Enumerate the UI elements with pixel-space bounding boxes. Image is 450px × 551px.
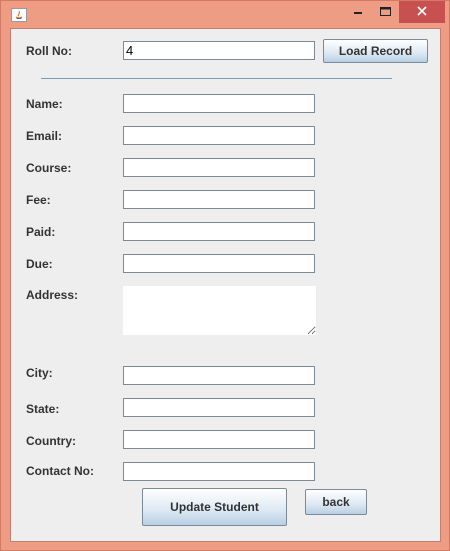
- form-panel: Roll No: Load Record Name: Email: Course…: [10, 28, 441, 542]
- address-label: Address:: [26, 288, 79, 302]
- update-student-button[interactable]: Update Student: [142, 488, 287, 526]
- due-label: Due:: [26, 257, 53, 271]
- fee-label: Fee:: [26, 193, 51, 207]
- city-input[interactable]: [123, 366, 315, 385]
- back-button[interactable]: back: [305, 489, 367, 515]
- maximize-button[interactable]: [371, 1, 400, 23]
- contact-no-input[interactable]: [123, 462, 315, 481]
- maximize-icon: [380, 7, 391, 16]
- city-label: City:: [26, 366, 53, 380]
- state-label: State:: [26, 402, 60, 416]
- contact-no-label: Contact No:: [26, 464, 94, 478]
- fee-input[interactable]: [123, 190, 315, 209]
- name-label: Name:: [26, 97, 63, 111]
- load-record-button[interactable]: Load Record: [323, 39, 428, 63]
- email-input[interactable]: [123, 126, 315, 145]
- country-input[interactable]: [123, 430, 315, 449]
- minimize-icon: [354, 12, 362, 14]
- paid-label: Paid:: [26, 225, 56, 239]
- roll-no-input[interactable]: [123, 41, 315, 60]
- course-input[interactable]: [123, 158, 315, 177]
- due-input[interactable]: [123, 254, 315, 273]
- close-button[interactable]: [399, 1, 445, 23]
- course-label: Course:: [26, 161, 72, 175]
- email-label: Email:: [26, 129, 63, 143]
- java-icon[interactable]: [11, 8, 27, 22]
- separator: [41, 78, 392, 79]
- state-input[interactable]: [123, 398, 315, 417]
- country-label: Country:: [26, 434, 76, 448]
- roll-no-label: Roll No:: [26, 44, 72, 58]
- name-input[interactable]: [123, 94, 315, 113]
- address-textarea[interactable]: [123, 286, 316, 335]
- minimize-button[interactable]: [344, 1, 373, 23]
- paid-input[interactable]: [123, 222, 315, 241]
- application-window: Roll No: Load Record Name: Email: Course…: [0, 0, 450, 551]
- close-icon: [417, 6, 427, 16]
- title-bar[interactable]: [1, 1, 449, 28]
